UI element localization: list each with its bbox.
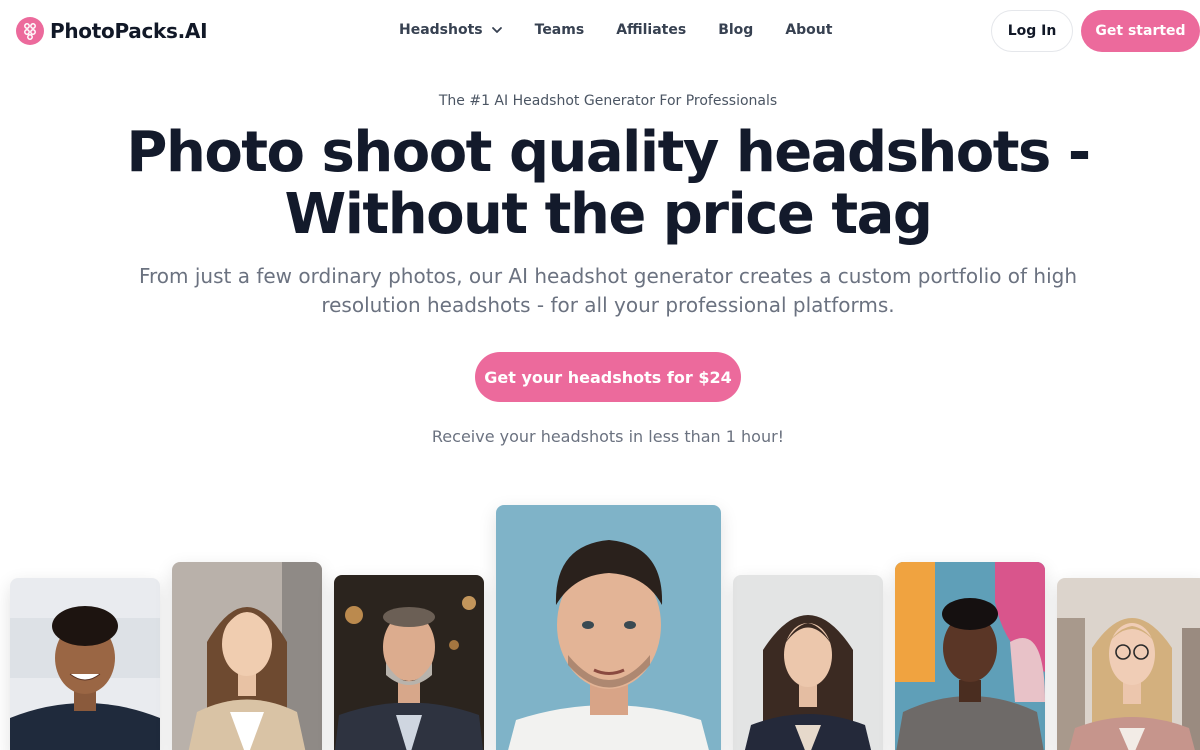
headline-line-2: Without the price tag	[284, 182, 933, 247]
headshot-photo	[172, 562, 322, 750]
hero-headline: Photo shoot quality headshots - Without …	[0, 122, 1200, 246]
nav-item-about[interactable]: About	[785, 22, 832, 38]
nav-item-headshots[interactable]: Headshots	[399, 22, 503, 38]
brand-logo[interactable]: PhotoPacks.AI	[16, 17, 208, 45]
brand-name: PhotoPacks.AI	[50, 19, 208, 43]
headshot-photo	[1057, 578, 1200, 750]
headshot-photo	[10, 578, 160, 750]
cta-button[interactable]: Get your headshots for $24	[475, 352, 741, 402]
hero-subtitle: From just a few ordinary photos, our AI …	[0, 262, 1200, 320]
nav-item-teams[interactable]: Teams	[535, 22, 585, 38]
logo-icon	[16, 17, 44, 45]
headshot-photo	[334, 575, 484, 750]
nav-item-label: About	[785, 22, 833, 38]
main-nav: Headshots Teams Affiliates Blog About	[399, 22, 832, 38]
site-header: PhotoPacks.AI Headshots Teams Affiliates…	[0, 0, 1200, 62]
hero-tagline: The #1 AI Headshot Generator For Profess…	[438, 93, 778, 109]
chevron-down-icon	[491, 24, 503, 36]
login-button[interactable]: Log In	[991, 10, 1073, 52]
subtitle-line-1: From just a few ordinary photos, our AI …	[138, 264, 1078, 288]
nav-item-label: Headshots	[399, 22, 483, 38]
get-started-button[interactable]: Get started	[1081, 10, 1200, 52]
nav-item-label: Affiliates	[616, 22, 687, 38]
headline-line-1: Photo shoot quality headshots -	[126, 120, 1091, 185]
headshot-photo	[895, 562, 1045, 750]
nav-item-label: Teams	[534, 22, 585, 38]
nav-item-label: Blog	[718, 22, 754, 38]
headshot-photo-featured	[496, 505, 721, 750]
headshot-photo	[733, 575, 883, 750]
delivery-note: Receive your headshots in less than 1 ho…	[431, 427, 785, 446]
subtitle-line-2: resolution headshots - for all your prof…	[321, 293, 895, 317]
nav-item-blog[interactable]: Blog	[718, 22, 753, 38]
nav-item-affiliates[interactable]: Affiliates	[616, 22, 686, 38]
